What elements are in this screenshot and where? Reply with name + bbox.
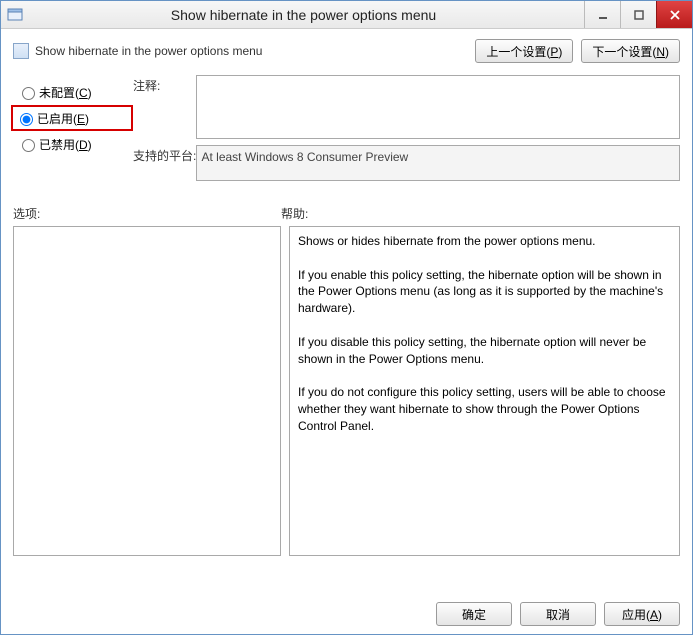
radio-disabled-label[interactable]: 已禁用(D) xyxy=(39,136,92,153)
policy-icon xyxy=(13,43,29,59)
help-label: 帮助: xyxy=(281,205,308,222)
maximize-button[interactable] xyxy=(620,1,656,28)
window-buttons xyxy=(584,1,692,28)
policy-title: Show hibernate in the power options menu xyxy=(35,44,475,58)
radio-disabled[interactable]: 已禁用(D) xyxy=(13,131,133,157)
radio-disabled-input[interactable] xyxy=(22,139,35,152)
comment-label: 注释: xyxy=(133,75,196,139)
split-row: Shows or hides hibernate from the power … xyxy=(13,226,680,592)
minimize-button[interactable] xyxy=(584,1,620,28)
ok-button[interactable]: 确定 xyxy=(436,602,512,626)
fields-column: 注释: 支持的平台: At least Windows 8 Consumer P… xyxy=(133,75,680,187)
nav-buttons: 上一个设置(P) 下一个设置(N) xyxy=(475,39,680,63)
config-area: 未配置(C) 已启用(E) 已禁用(D) xyxy=(13,75,680,187)
header-row: Show hibernate in the power options menu… xyxy=(13,39,680,63)
comment-row: 注释: xyxy=(133,75,680,139)
radio-not-configured-label[interactable]: 未配置(C) xyxy=(39,84,92,101)
radio-enabled-label[interactable]: 已启用(E) xyxy=(37,110,89,127)
policy-window-icon xyxy=(7,7,23,23)
supported-row: 支持的平台: At least Windows 8 Consumer Previ… xyxy=(133,145,680,181)
radio-enabled[interactable]: 已启用(E) xyxy=(11,105,133,131)
window-title: Show hibernate in the power options menu xyxy=(23,7,584,23)
cancel-button[interactable]: 取消 xyxy=(520,602,596,626)
titlebar: Show hibernate in the power options menu xyxy=(1,1,692,29)
state-radio-group: 未配置(C) 已启用(E) 已禁用(D) xyxy=(13,75,133,187)
previous-setting-button[interactable]: 上一个设置(P) xyxy=(475,39,573,63)
apply-button[interactable]: 应用(A) xyxy=(604,602,680,626)
dialog-body: Show hibernate in the power options menu… xyxy=(1,29,692,634)
supported-label: 支持的平台: xyxy=(133,145,196,181)
radio-enabled-input[interactable] xyxy=(20,113,33,126)
radio-not-configured[interactable]: 未配置(C) xyxy=(13,79,133,105)
footer-buttons: 确定 取消 应用(A) xyxy=(13,592,680,626)
options-textarea[interactable] xyxy=(13,226,281,556)
radio-not-configured-input[interactable] xyxy=(22,87,35,100)
policy-editor-window: Show hibernate in the power options menu… xyxy=(0,0,693,635)
options-label: 选项: xyxy=(13,205,281,222)
close-button[interactable] xyxy=(656,1,692,28)
next-setting-button[interactable]: 下一个设置(N) xyxy=(581,39,680,63)
supported-textarea: At least Windows 8 Consumer Preview xyxy=(196,145,680,181)
comment-textarea[interactable] xyxy=(196,75,680,139)
help-text[interactable]: Shows or hides hibernate from the power … xyxy=(289,226,680,556)
split-labels: 选项: 帮助: xyxy=(13,205,680,222)
